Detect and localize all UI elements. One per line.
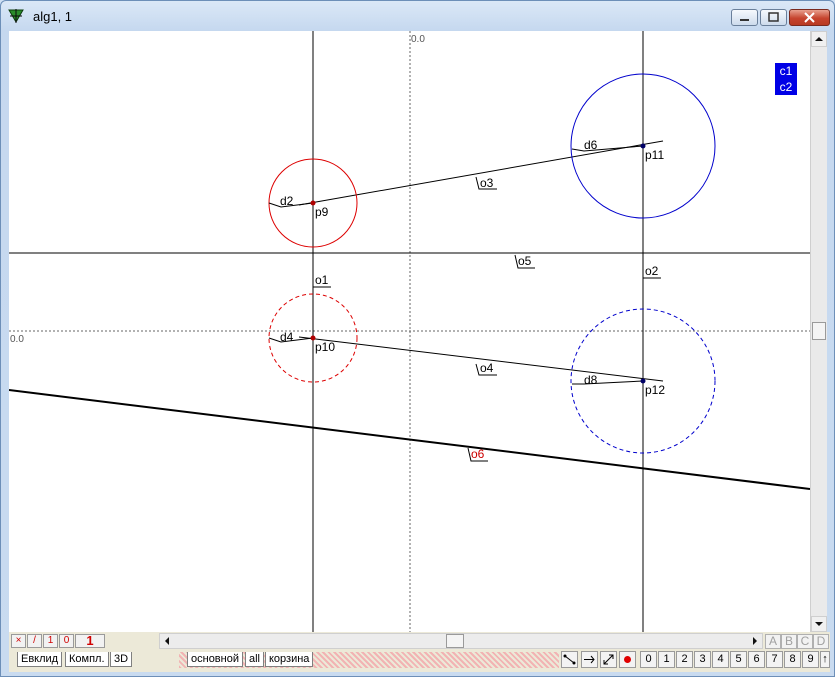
segment-tool-button[interactable]	[561, 651, 578, 668]
arrow-right-tool-icon	[584, 655, 595, 664]
horizontal-scrollbar[interactable]	[159, 633, 763, 649]
geometry-drawing[interactable]: 0.0 0.0 p9 p10 p11 p12 d2 d4 d6 d8 o1 o2…	[8, 31, 811, 632]
label-p10: p10	[315, 340, 335, 354]
num-button-9[interactable]: 9	[802, 651, 819, 668]
scroll-up-button[interactable]	[811, 31, 827, 47]
axis-label-left: 0.0	[10, 334, 24, 345]
up-arrow-button[interactable]: ↑	[820, 651, 830, 668]
num-button-2[interactable]: 2	[676, 651, 693, 668]
drawing-canvas[interactable]: 0.0 0.0 p9 p10 p11 p12 d2 d4 d6 d8 o1 o2…	[8, 31, 811, 632]
label-d4: d4	[280, 330, 294, 344]
current-layer-number: 1	[75, 634, 105, 648]
arrow-left-icon[interactable]	[162, 635, 172, 647]
layer-item-c2[interactable]: c2	[775, 79, 797, 95]
layer-item-c1[interactable]: c1	[775, 63, 797, 79]
label-o6: o6	[471, 447, 485, 461]
segment-icon	[563, 654, 576, 665]
num-button-5[interactable]: 5	[730, 651, 747, 668]
tab-trash[interactable]: корзина	[265, 652, 314, 667]
tab-3d[interactable]: 3D	[110, 652, 133, 667]
point-tool-button[interactable]	[619, 651, 636, 668]
line-tool-button[interactable]: /	[27, 634, 42, 648]
label-o5: o5	[518, 254, 532, 268]
label-o1: o1	[315, 273, 329, 287]
tab-complex[interactable]: Компл.	[65, 652, 109, 667]
segment-o3[interactable]	[298, 140, 664, 206]
zero-tool-button[interactable]: 0	[59, 634, 74, 648]
delete-tool-button[interactable]: ×	[11, 634, 26, 648]
num-button-6[interactable]: 6	[748, 651, 765, 668]
radius-d8	[572, 380, 644, 385]
close-icon	[804, 12, 815, 23]
vertical-scrollbar[interactable]	[810, 31, 827, 632]
tab-euclid[interactable]: Евклид	[17, 652, 63, 667]
arrow-up-icon	[815, 37, 823, 41]
diagonal-tool-button[interactable]	[600, 651, 617, 668]
axis-label-top: 0.0	[411, 34, 425, 45]
arrow-right-icon[interactable]	[750, 635, 760, 647]
layer-button-d[interactable]: D	[813, 634, 829, 649]
main-window: alg1, 1 0.0 0.0 p9 p10 p11 p12 d2 d4 d6 …	[0, 0, 835, 677]
maximize-button[interactable]	[760, 9, 787, 26]
app-logo-icon	[8, 9, 24, 23]
label-o2: o2	[645, 264, 659, 278]
tab-all[interactable]: all	[245, 652, 265, 667]
diagonal-arrow-icon	[603, 654, 614, 665]
maximize-icon	[768, 12, 779, 22]
vertical-scroll-thumb[interactable]	[812, 322, 826, 340]
label-d2: d2	[280, 194, 294, 208]
minimize-icon	[740, 19, 749, 21]
label-d6: d6	[584, 138, 598, 152]
num-button-3[interactable]: 3	[694, 651, 711, 668]
window-title: alg1, 1	[33, 9, 73, 24]
label-o3: o3	[480, 176, 494, 190]
label-p9: p9	[315, 205, 329, 219]
arrow-tool-button[interactable]	[581, 651, 598, 668]
num-button-1[interactable]: 1	[658, 651, 675, 668]
title-bar: alg1, 1	[1, 1, 834, 31]
minimize-button[interactable]	[731, 9, 758, 26]
layer-button-b[interactable]: B	[781, 634, 797, 649]
horizontal-scroll-thumb[interactable]	[446, 634, 464, 648]
radius-d6	[571, 145, 644, 152]
label-p12: p12	[645, 383, 665, 397]
label-o4: o4	[480, 361, 494, 375]
bottom-toolbar: × / 1 0 1 A B C D Евклид Компл. 3D основ…	[9, 632, 830, 672]
label-d8: d8	[584, 373, 598, 387]
one-tool-button[interactable]: 1	[43, 634, 58, 648]
layer-list: c1 c2	[775, 63, 797, 95]
layer-button-a[interactable]: A	[765, 634, 781, 649]
num-button-4[interactable]: 4	[712, 651, 729, 668]
tab-main[interactable]: основной	[187, 652, 243, 667]
arrow-down-icon	[815, 622, 823, 626]
close-button[interactable]	[789, 9, 830, 26]
num-button-7[interactable]: 7	[766, 651, 783, 668]
num-button-8[interactable]: 8	[784, 651, 801, 668]
scroll-down-button[interactable]	[811, 616, 827, 632]
layer-button-c[interactable]: C	[797, 634, 813, 649]
num-button-0[interactable]: 0	[640, 651, 657, 668]
label-p11: p11	[645, 148, 664, 162]
red-dot-icon	[624, 656, 631, 663]
